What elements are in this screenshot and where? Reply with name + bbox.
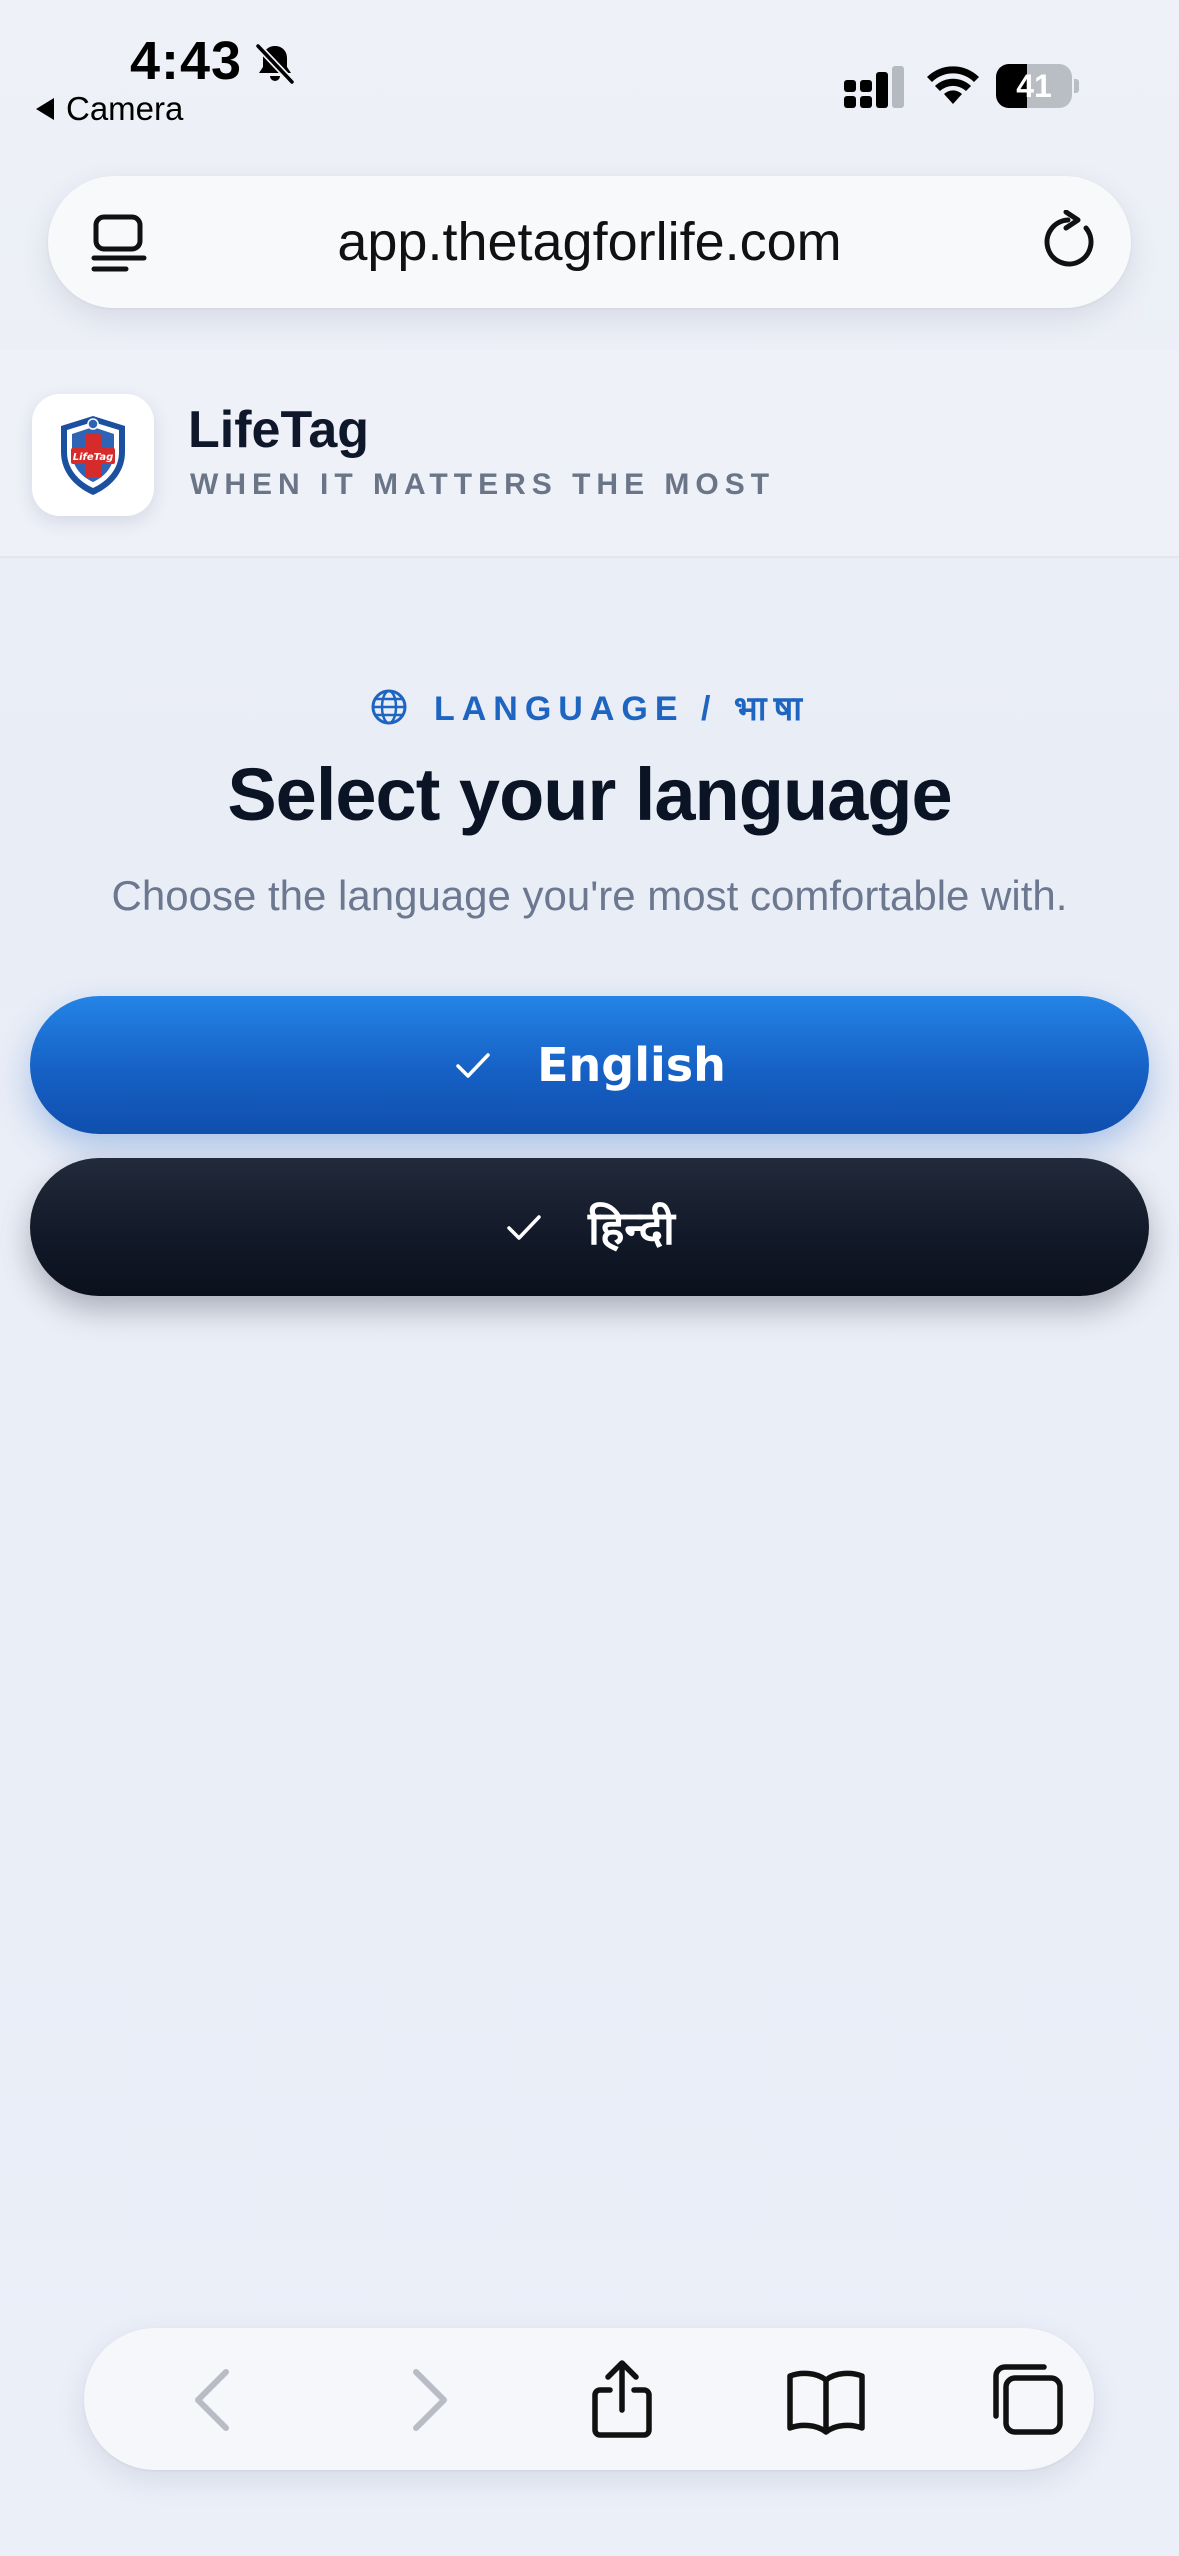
brand-tagline: WHEN IT MATTERS THE MOST xyxy=(190,468,776,501)
bell-slash-icon xyxy=(255,43,295,85)
tab-overview-icon[interactable] xyxy=(88,212,150,274)
url-text[interactable]: app.thetagforlife.com xyxy=(48,176,1131,308)
hindi-language-button[interactable]: हिन्दी xyxy=(30,1158,1149,1296)
logo-text: LifeTag xyxy=(73,452,113,463)
app-logo[interactable]: LifeTag xyxy=(32,394,154,516)
share-icon[interactable] xyxy=(580,2358,664,2442)
battery-percent: 41 xyxy=(1016,68,1052,104)
cellular-signal-icon xyxy=(844,66,904,108)
english-label: English xyxy=(537,1038,726,1092)
browser-toolbar xyxy=(84,2328,1094,2470)
chevron-right-icon[interactable] xyxy=(384,2358,468,2442)
wifi-icon xyxy=(927,66,979,104)
hindi-label: हिन्दी xyxy=(588,1201,675,1255)
back-app-label: Camera xyxy=(66,90,184,127)
eyebrow-text: LANGUAGE / भाषा xyxy=(433,690,810,728)
globe-icon xyxy=(371,689,407,725)
english-language-button[interactable]: English xyxy=(30,996,1149,1134)
checkmark-icon xyxy=(507,1215,541,1240)
book-icon[interactable] xyxy=(784,2358,868,2442)
page-subtitle: Choose the language you're most comforta… xyxy=(111,872,1068,919)
status-bar: 4:43 Camera 41 xyxy=(0,0,1179,140)
lifetag-shield-logo-icon: LifeTag xyxy=(61,416,125,495)
page-title: Select your language xyxy=(227,753,952,836)
app-header: LifeTag LifeTag WHEN IT MATTERS THE MOST xyxy=(0,350,1179,558)
back-triangle-icon xyxy=(36,98,54,120)
tabs-icon[interactable] xyxy=(986,2358,1070,2442)
battery-nub xyxy=(1074,79,1079,93)
back-to-app-link[interactable]: Camera xyxy=(36,90,183,128)
address-bar[interactable]: app.thetagforlife.com xyxy=(48,176,1131,308)
battery-indicator: 41 xyxy=(996,64,1080,108)
language-eyebrow: LANGUAGE / भाषा xyxy=(0,682,1179,732)
header-divider xyxy=(0,556,1179,558)
chevron-left-icon[interactable] xyxy=(174,2358,258,2442)
brand-name: LifeTag xyxy=(188,401,370,459)
reload-icon[interactable] xyxy=(1038,210,1102,274)
battery-shell: 41 xyxy=(996,64,1072,108)
checkmark-icon xyxy=(456,1053,490,1078)
status-time: 4:43 xyxy=(130,31,243,91)
